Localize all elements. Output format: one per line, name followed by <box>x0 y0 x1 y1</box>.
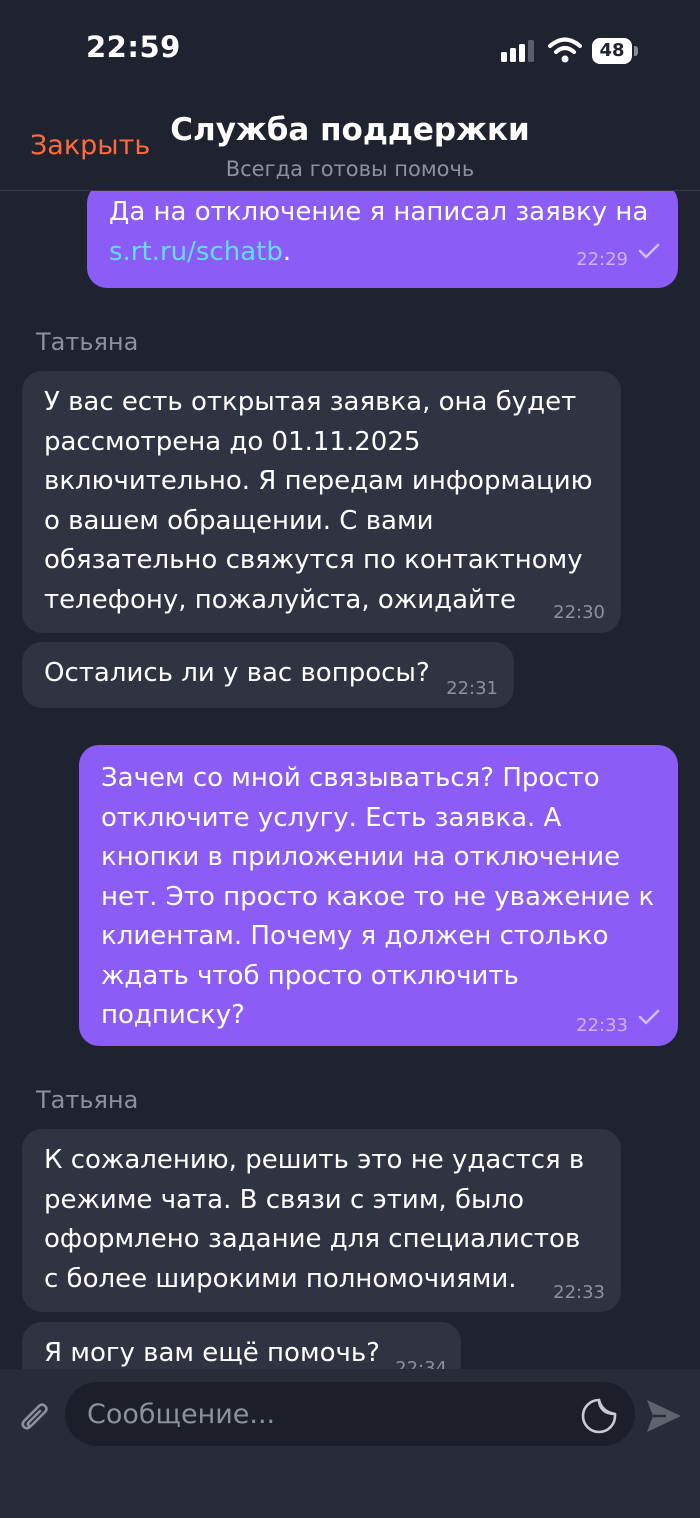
status-bar: 22:59 48 <box>0 0 700 100</box>
message-time: 22:34 <box>395 1358 447 1369</box>
wifi-icon <box>548 37 582 63</box>
sent-check-icon <box>638 243 660 259</box>
battery-level: 48 <box>592 38 632 64</box>
sent-check-icon <box>638 1009 660 1025</box>
message-link[interactable]: s.rt.ru/schatb <box>109 237 283 267</box>
message-text: Остались ли у вас вопросы? <box>44 658 430 688</box>
message-composer <box>0 1369 700 1518</box>
message-text: У вас есть открытая заявка, она будет ра… <box>44 387 593 615</box>
status-time: 22:59 <box>86 30 181 64</box>
message-list[interactable]: Да на отключение я написал заявку на s.r… <box>0 191 700 1369</box>
battery-tip <box>634 46 638 56</box>
incoming-message[interactable]: К сожалению, решить это не удастся в реж… <box>22 1129 621 1312</box>
message-text: Да на отключение я написал заявку на s.r… <box>109 197 649 267</box>
message-text: К сожалению, решить это не удастся в реж… <box>44 1145 585 1294</box>
message-time: 22:29 <box>576 249 628 270</box>
message-time: 22:33 <box>576 1015 628 1036</box>
outgoing-message[interactable]: Да на отключение я написал заявку на s.r… <box>87 191 678 288</box>
page-title: Служба поддержки <box>170 112 530 148</box>
message-input[interactable] <box>65 1382 635 1446</box>
incoming-message[interactable]: У вас есть открытая заявка, она будет ра… <box>22 371 621 633</box>
message-text: Я могу вам ещё помочь? <box>44 1338 380 1368</box>
sender-name: Татьяна <box>36 1086 139 1114</box>
incoming-message[interactable]: Я могу вам ещё помочь? 22:34 <box>22 1322 461 1369</box>
send-icon[interactable] <box>644 1397 684 1435</box>
outgoing-message[interactable]: Зачем со мной связываться? Просто отключ… <box>79 745 678 1046</box>
sender-name: Татьяна <box>36 328 139 356</box>
paperclip-icon[interactable] <box>18 1401 54 1437</box>
message-time: 22:31 <box>446 678 498 699</box>
page-subtitle: Всегда готовы помочь <box>225 157 475 181</box>
message-time: 22:33 <box>553 1282 605 1303</box>
incoming-message[interactable]: Остались ли у вас вопросы? 22:31 <box>22 642 514 708</box>
message-text: Зачем со мной связываться? Просто отключ… <box>101 763 655 1030</box>
chat-header: Закрыть Служба поддержки Всегда готовы п… <box>0 100 700 191</box>
message-time: 22:30 <box>553 602 605 623</box>
battery-indicator: 48 <box>592 38 638 64</box>
cellular-signal-icon <box>501 40 534 62</box>
sticker-icon[interactable] <box>580 1397 618 1435</box>
